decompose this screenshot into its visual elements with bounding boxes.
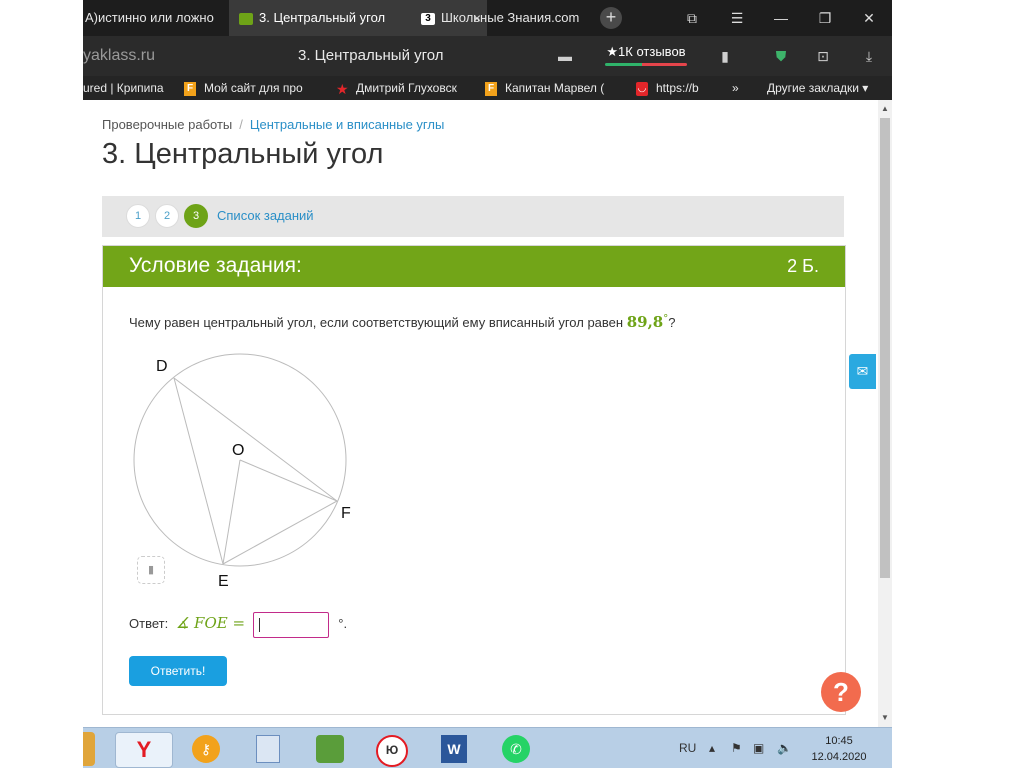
web-page: Проверочные работы / Центральные и вписанн… <box>83 100 878 727</box>
clock-time: 10:45 <box>825 735 853 747</box>
close-window-icon[interactable]: ✕ <box>851 0 887 36</box>
document-app-icon[interactable] <box>251 732 285 766</box>
page-title: 3. Центральный угол <box>102 138 384 170</box>
submit-answer-button[interactable]: Ответить! <box>129 656 227 686</box>
restore-icon[interactable]: ❐ <box>807 0 843 36</box>
answer-row: Ответ: ∡ FOE = °. <box>129 609 348 638</box>
book-icon <box>239 12 253 25</box>
task-question: Чему равен центральный угол, если соотве… <box>129 313 675 331</box>
minimize-icon[interactable]: — <box>763 0 799 36</box>
star-icon: ★ <box>336 80 349 97</box>
chord-df <box>173 377 338 502</box>
taskbar: Y ⚷ Ю W ✆ RU ▴ ⚑ ▣ 🔈 10:45 12.04.2020 <box>83 727 892 768</box>
menu-icon[interactable]: ☰ <box>719 0 755 36</box>
reviews-label: ★1К отзывов <box>606 44 686 59</box>
tab-znania[interactable]: 3 Школьные Знания.com <box>411 0 587 36</box>
bag-icon: ◡ <box>636 81 648 96</box>
comment-icon[interactable]: ▬ <box>555 46 575 66</box>
chord-ef <box>222 500 338 565</box>
help-button[interactable]: ? <box>821 672 861 712</box>
task-header-title: Условие задания: <box>129 254 302 277</box>
znania-icon: 3 <box>421 12 435 25</box>
tab-label: Школьные Знания.com <box>441 10 580 25</box>
breadcrumb-root[interactable]: Проверочные работы <box>102 117 232 132</box>
game-app-icon[interactable] <box>313 732 347 766</box>
point-label-o: O <box>232 442 244 459</box>
explorer-icon[interactable] <box>83 732 95 766</box>
scroll-down-icon[interactable]: ▼ <box>878 711 892 725</box>
clock[interactable]: 10:45 12.04.2020 <box>803 733 875 765</box>
breadcrumb-separator: / <box>239 117 243 132</box>
task-list-link[interactable]: Список заданий <box>217 208 314 223</box>
tab-true-false[interactable]: А)истинно или ложно <box>83 0 229 36</box>
tray-expand-icon[interactable]: ▴ <box>709 728 715 768</box>
breadcrumb-current[interactable]: Центральные и вписанные углы <box>250 117 444 132</box>
bookmarks-bar: ured | Крипипа F Мой сайт для про ★ Дмитри… <box>83 76 892 100</box>
scrollbar[interactable]: ▲ ▼ <box>878 100 892 727</box>
point-label-d: D <box>156 358 168 375</box>
text-caret <box>258 617 260 632</box>
radius-of <box>239 459 338 502</box>
reviews-button[interactable]: ★1К отзывов <box>603 42 689 66</box>
bookmark-item[interactable]: F Мой сайт для про <box>184 76 322 100</box>
word-icon[interactable]: W <box>437 732 471 766</box>
question-end: ? <box>668 315 676 330</box>
yandex-icon: Y <box>136 737 152 762</box>
scroll-thumb[interactable] <box>880 118 890 578</box>
step-1[interactable]: 1 <box>126 204 150 228</box>
step-2[interactable]: 2 <box>155 204 179 228</box>
breadcrumb: Проверочные работы / Центральные и вписанн… <box>102 117 444 132</box>
uk-app-icon[interactable]: Ю <box>375 732 409 767</box>
protect-shield-icon[interactable]: ⛊ <box>771 46 791 66</box>
download-icon[interactable]: ⤓ <box>859 46 879 66</box>
answer-input[interactable] <box>252 611 329 638</box>
tab-label: А)истинно или ложно <box>85 10 214 25</box>
domain-text[interactable]: yaklass.ru <box>83 36 155 76</box>
mail-icon[interactable]: ✉ <box>849 354 876 389</box>
f-icon: F <box>485 81 497 96</box>
bookmark-item[interactable]: ★ Дмитрий Глуховск <box>336 76 470 100</box>
question-text: Чему равен центральный угол, если соотве… <box>129 315 624 330</box>
answer-expression: ∡ FOE = <box>175 614 246 632</box>
bookmark-task-icon[interactable]: ▮ <box>137 556 165 584</box>
radius-oe <box>222 459 241 565</box>
f-icon: F <box>184 81 196 96</box>
address-bar[interactable]: yaklass.ru 3. Центральный угол ▬ ★1К отз… <box>83 36 892 76</box>
chord-de <box>173 377 224 565</box>
other-bookmarks[interactable]: Другие закладки ▾ <box>767 76 887 100</box>
new-tab-button[interactable]: + <box>600 7 622 29</box>
task-points: 2 Б. <box>787 256 819 276</box>
network-icon[interactable]: ▣ <box>753 728 764 768</box>
answer-unit: °. <box>338 616 348 631</box>
tab-label: 3. Центральный угол <box>259 10 386 25</box>
task-header: Условие задания: 2 Б. <box>103 246 845 287</box>
task-steps: 1 2 3 Список заданий <box>102 196 844 237</box>
bookmark-item[interactable]: ured | Крипипа <box>83 76 173 100</box>
point-label-f: F <box>341 505 351 522</box>
whatsapp-icon[interactable]: ✆ <box>499 732 533 766</box>
browser-window: А)истинно или ложно 3. Центральный угол … <box>83 0 892 768</box>
point-label-e: E <box>218 573 229 590</box>
flag-icon[interactable]: ⚑ <box>731 728 742 768</box>
language-indicator[interactable]: RU <box>679 728 696 768</box>
bookmarks-overflow-icon[interactable]: » <box>732 76 748 100</box>
inscribed-angle-value: 89,8 <box>626 313 664 331</box>
reviews-rating-bar <box>605 63 687 66</box>
scroll-up-icon[interactable]: ▲ <box>878 102 892 116</box>
bookmark-item[interactable]: F Капитан Марвел ( <box>485 76 621 100</box>
clock-date: 12.04.2020 <box>811 751 867 763</box>
vpn-lock-icon[interactable]: ⚷ <box>189 732 223 766</box>
collections-icon[interactable]: ⧉ <box>674 0 710 36</box>
step-3[interactable]: 3 <box>184 204 208 228</box>
translate-icon[interactable]: ⊡ <box>813 46 833 66</box>
bookmark-item[interactable]: ◡ https://b <box>636 76 718 100</box>
volume-icon[interactable]: 🔈 <box>777 728 792 768</box>
bookmark-icon[interactable]: ▮ <box>715 46 735 66</box>
task-card: Условие задания: 2 Б. Чему равен централ… <box>102 245 846 715</box>
yandex-browser-button[interactable]: Y <box>115 732 173 768</box>
answer-label: Ответ: <box>129 616 169 631</box>
tab-bar: А)истинно или ложно 3. Центральный угол … <box>83 0 892 36</box>
page-title-in-bar: 3. Центральный угол <box>298 47 444 64</box>
